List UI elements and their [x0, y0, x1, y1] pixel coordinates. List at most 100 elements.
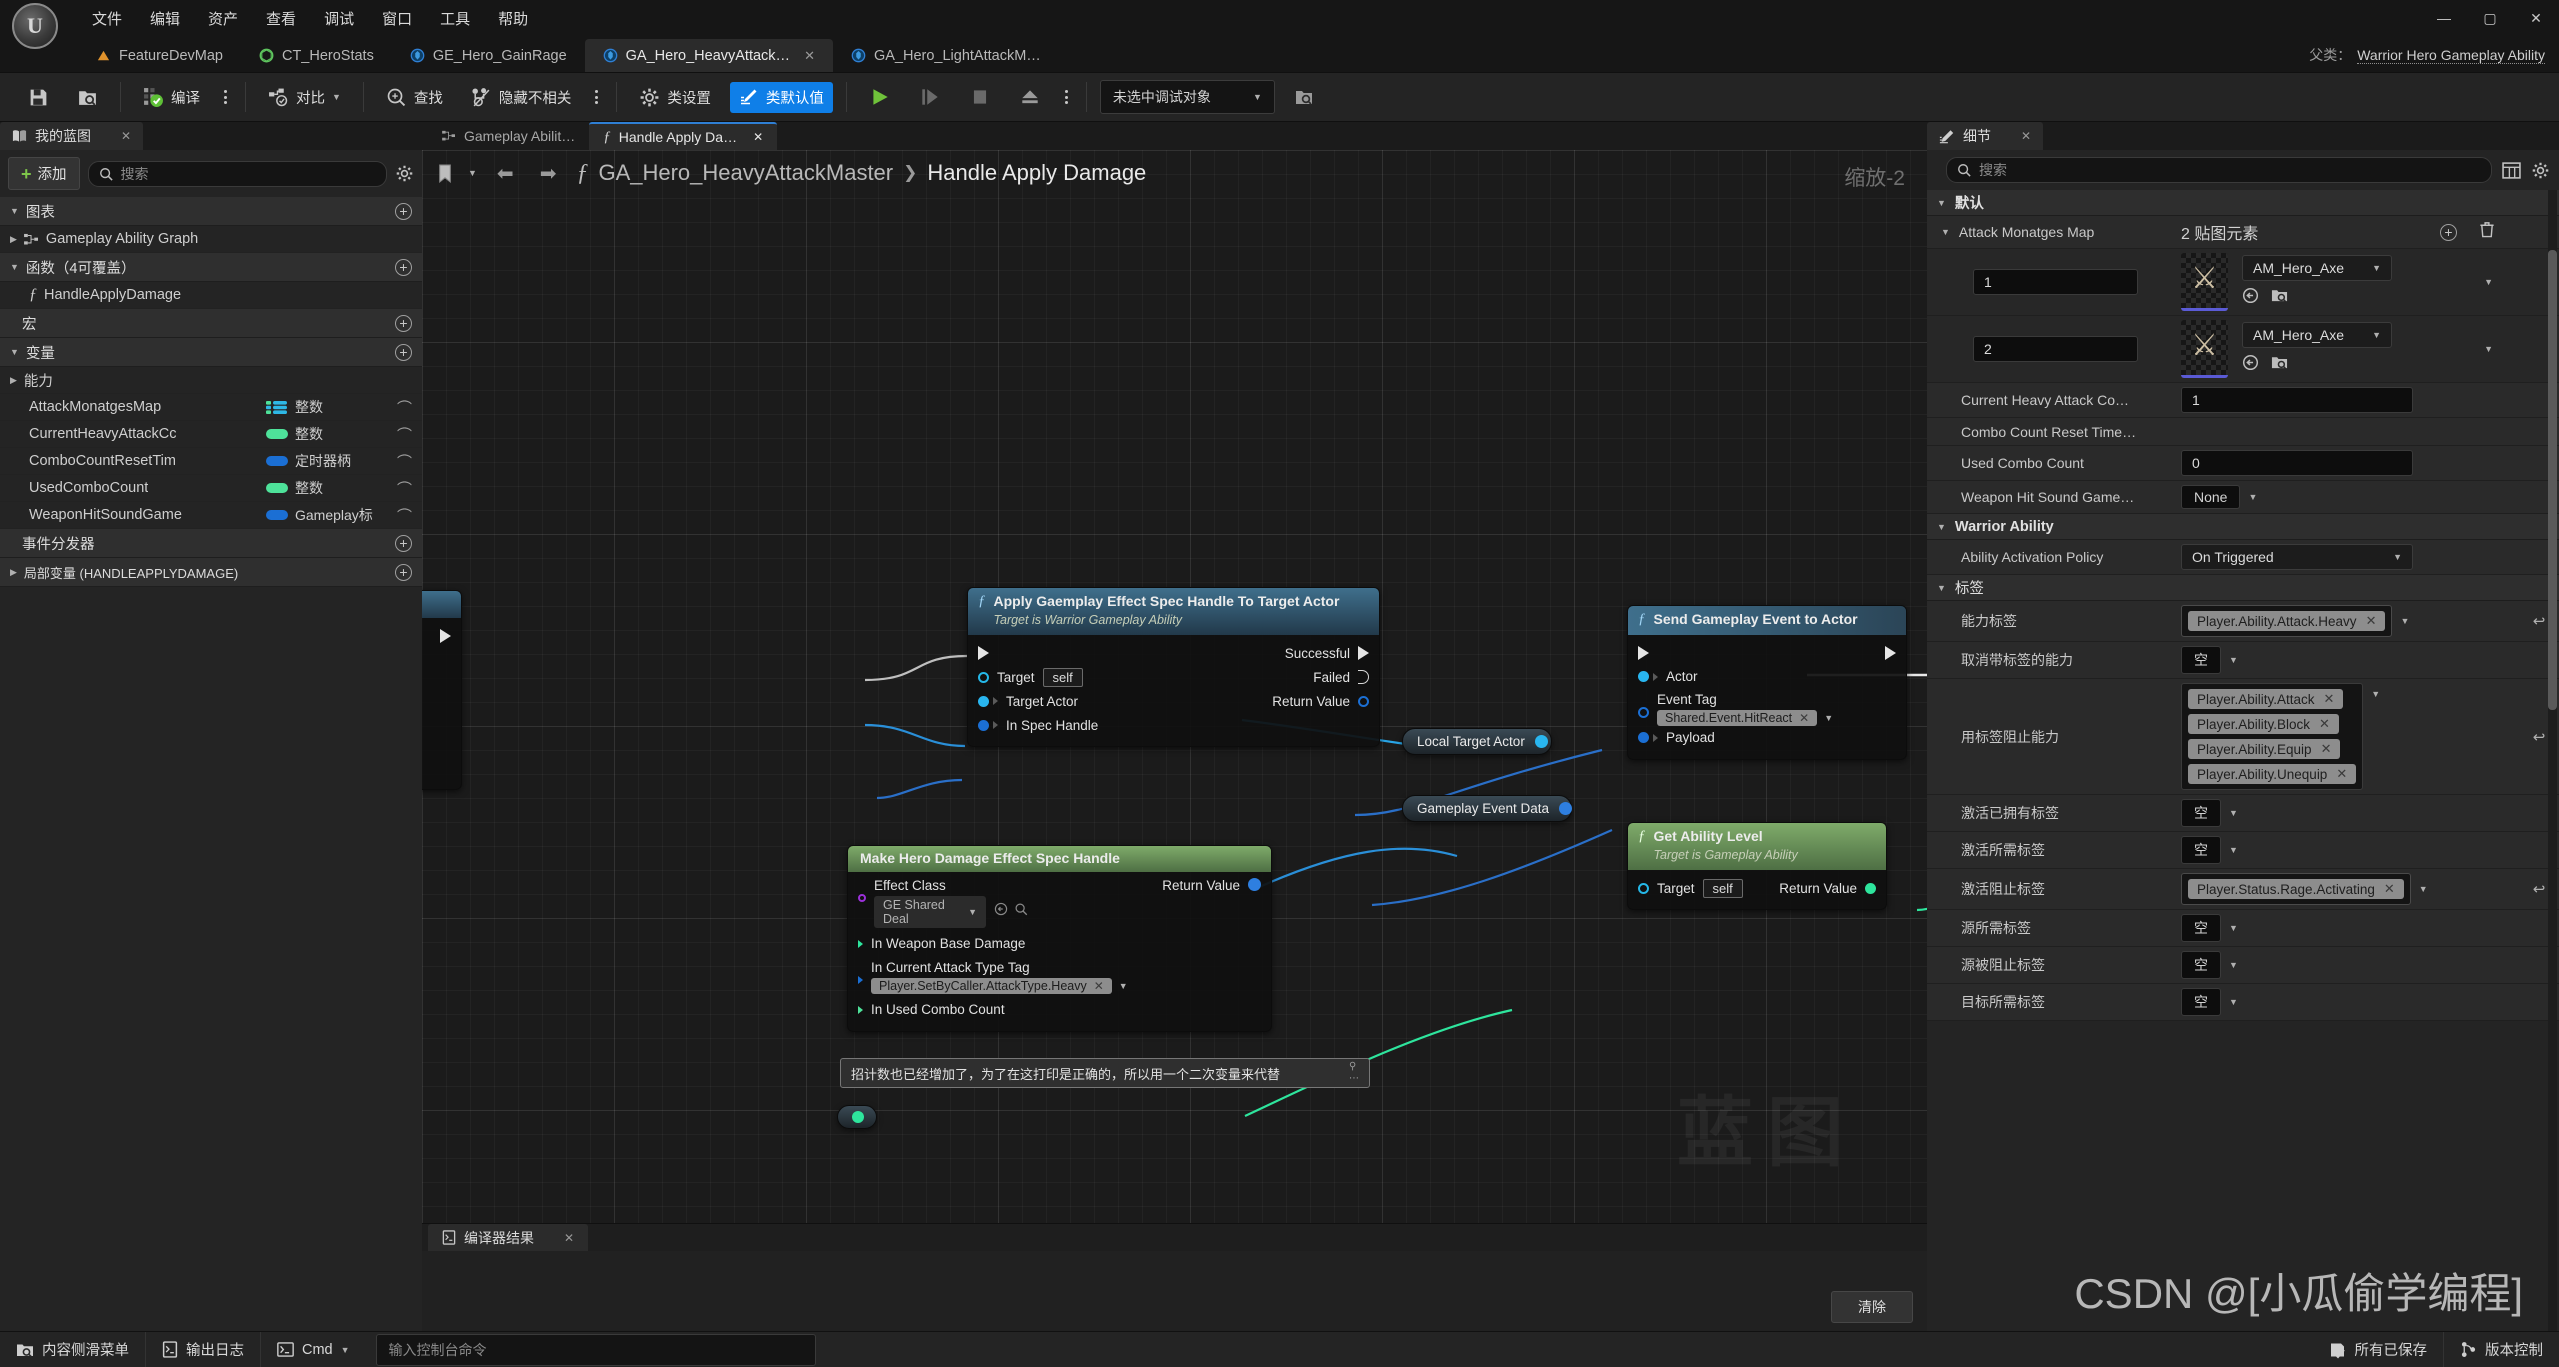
caret-right-icon[interactable]: ▶ [10, 234, 17, 245]
exec-out-successful-pin[interactable] [1358, 646, 1369, 660]
comment-pin-icon[interactable]: ⚲ [1349, 1062, 1359, 1072]
pin-row-exec[interactable] [1628, 641, 1906, 665]
montage-thumbnail[interactable]: ⚔ [2181, 253, 2228, 311]
close-compiler-icon[interactable]: ✕ [564, 1231, 574, 1245]
chevron-down-icon[interactable]: ▼ [1824, 713, 1833, 723]
target-actor-in-pin[interactable] [978, 695, 989, 707]
target-in-pin[interactable] [978, 671, 989, 683]
hide-unrelated-options-icon[interactable] [590, 84, 603, 110]
payload-in-pin[interactable] [1638, 732, 1649, 743]
empty-tag-value[interactable]: 空 [2181, 799, 2221, 827]
var-out-pin[interactable] [1534, 735, 1548, 748]
exec-in-pin[interactable] [978, 646, 989, 660]
remove-tag-icon[interactable]: ✕ [2336, 766, 2347, 782]
property-row[interactable]: Current Heavy Attack Co… 1 [1927, 383, 2559, 418]
tag-chip[interactable]: Player.Ability.Unequip ✕ [2188, 764, 2357, 784]
property-row[interactable]: Used Combo Count 0 [1927, 446, 2559, 481]
pin-row-target-actor[interactable]: Target Actor Return Value [968, 689, 1379, 713]
add-function-icon[interactable]: + [395, 258, 412, 276]
tab-handle-apply-damage[interactable]: ƒ Handle Apply Da… ✕ [589, 122, 778, 150]
plus-circle-icon[interactable]: + [2440, 223, 2457, 241]
property-row[interactable]: 源所需标签 空 ▼ [1927, 910, 2559, 947]
property-row[interactable]: 目标所需标签 空 ▼ [1927, 984, 2559, 1021]
diff-button[interactable]: 对比 ▼ [259, 82, 350, 113]
expand-row-icon[interactable]: ▼ [2484, 344, 2493, 354]
target-in-pin[interactable] [1638, 882, 1649, 894]
pin-row-target[interactable]: Target self Failed [968, 665, 1379, 689]
tag-chip[interactable]: Player.Ability.Equip ✕ [2188, 739, 2341, 759]
menu-debug[interactable]: 调试 [310, 4, 368, 33]
class-defaults-button[interactable]: 类默认值 [729, 81, 833, 113]
remove-tag-icon[interactable]: ✕ [1094, 979, 1104, 993]
map-row[interactable]: 2 ⚔ AM_Hero_Axe ▼ ▼ [1927, 316, 2559, 383]
event-tag-chip[interactable]: Shared.Event.HitReact ✕ [1657, 709, 1818, 726]
remove-tag-icon[interactable]: ✕ [2324, 691, 2335, 707]
play-button[interactable] [860, 81, 900, 113]
return-value-out-pin[interactable] [1865, 882, 1876, 894]
chevron-down-icon[interactable]: ▼ [2371, 689, 2380, 699]
split-pin-icon[interactable] [858, 975, 863, 984]
browse-asset-icon[interactable] [1014, 902, 1028, 921]
add-local-variable-icon[interactable]: + [395, 563, 412, 581]
variable-group-ability[interactable]: ▶ 能力 [0, 367, 422, 394]
node-apply-gameplay-effect-spec-handle[interactable]: ƒ Apply Gaemplay Effect Spec Handle To T… [967, 587, 1380, 747]
var-out-pin[interactable] [1559, 802, 1573, 815]
parent-class-link[interactable]: Warrior Hero Gameplay Ability [2357, 47, 2545, 64]
pin-row-target[interactable]: Target self Return Value [1628, 876, 1886, 900]
gear-icon[interactable] [2531, 161, 2550, 180]
output-log-button[interactable]: 输出日志 [146, 1331, 261, 1367]
menu-file[interactable]: 文件 [78, 4, 136, 33]
back-button[interactable]: ⬅ [491, 159, 520, 188]
debug-browse-button[interactable] [1285, 82, 1323, 112]
property-row[interactable]: Ability Activation Policy On Triggered ▼ [1927, 540, 2559, 575]
pin-row-actor[interactable]: Actor [1628, 665, 1906, 689]
caret-right-icon[interactable]: ▶ [10, 375, 17, 386]
remove-tag-icon[interactable]: ✕ [2384, 881, 2395, 897]
browse-asset-icon[interactable] [2271, 354, 2288, 376]
asset-tab-ge-hero-gainrage[interactable]: GE_Hero_GainRage [392, 39, 585, 72]
exec-in-pin[interactable] [1638, 645, 1649, 660]
use-selected-asset-icon[interactable] [2242, 354, 2259, 376]
console-command-input[interactable]: 输入控制台命令 [375, 1333, 816, 1366]
details-search-input[interactable] [1979, 162, 2481, 178]
effect-class-combo[interactable]: GE Shared Deal ▼ [874, 895, 986, 928]
breadcrumb-root[interactable]: GA_Hero_HeavyAttackMaster [598, 160, 893, 186]
ability-tags-frame[interactable]: Player.Ability.Attack.Heavy ✕ [2181, 605, 2393, 637]
close-tab-icon[interactable]: ✕ [804, 48, 815, 64]
return-value-out-pin[interactable] [1248, 877, 1261, 891]
property-row-ability-tags[interactable]: 能力标签 Player.Ability.Attack.Heavy ✕ ▼ ↩ [1927, 601, 2559, 642]
menu-tools[interactable]: 工具 [426, 4, 484, 33]
eject-button[interactable] [1010, 81, 1050, 113]
menu-asset[interactable]: 资产 [194, 4, 252, 33]
pin-row-effect-class[interactable]: Effect Class GE Shared Deal ▼ Return Val… [848, 877, 1271, 928]
block-tags-frame[interactable]: Player.Ability.Attack ✕ Player.Ability.B… [2181, 683, 2364, 790]
variable-row[interactable]: ComboCountResetTim 定时器柄 ⌒ [0, 448, 422, 475]
pin-row[interactable] [422, 624, 461, 648]
use-selected-asset-icon[interactable] [994, 902, 1008, 921]
event-tag-in-pin[interactable] [1638, 706, 1649, 718]
pin-row-attack-type-tag[interactable]: In Current Attack Type Tag Player.SetByC… [848, 960, 1271, 994]
close-panel-icon[interactable]: ✕ [121, 129, 131, 143]
source-control-button[interactable]: 版本控制 [2444, 1332, 2559, 1367]
property-row[interactable]: Weapon Hit Sound Game… None ▼ [1927, 481, 2559, 514]
section-event-dispatchers[interactable]: 事件分发器 + [0, 529, 422, 558]
target-self-value[interactable]: self [1042, 667, 1083, 687]
node-get-ability-level[interactable]: ƒ Get Ability Level Target is Gameplay A… [1627, 822, 1887, 910]
tag-chip[interactable]: Player.Ability.Block ✕ [2188, 714, 2339, 734]
weapon-hit-sound-value[interactable]: None [2181, 485, 2241, 509]
remove-tag-icon[interactable]: ✕ [2319, 716, 2330, 732]
stop-button[interactable] [960, 81, 1000, 113]
search-input[interactable] [120, 165, 376, 182]
variable-row[interactable]: AttackMonatgesMap 整数 ⌒ [0, 394, 422, 421]
pin-row-payload[interactable]: Payload [1628, 726, 1906, 750]
property-row-activation-blocked-tags[interactable]: 激活阻止标签 Player.Status.Rage.Activating ✕ ▼… [1927, 869, 2559, 910]
remove-tag-icon[interactable]: ✕ [2321, 741, 2332, 757]
asset-tab-ga-hero-lightattack[interactable]: GA_Hero_LightAttackM… [833, 39, 1059, 72]
chevron-down-icon[interactable]: ▼ [1119, 981, 1128, 991]
var-out-pin[interactable] [852, 1111, 864, 1123]
chevron-down-icon[interactable]: ▼ [2229, 923, 2238, 933]
split-pin-icon[interactable] [858, 1005, 863, 1014]
split-pin-icon[interactable] [858, 939, 863, 948]
var-node-local-target-actor[interactable]: Local Target Actor [1402, 728, 1552, 755]
browse-asset-icon[interactable] [2271, 287, 2288, 309]
